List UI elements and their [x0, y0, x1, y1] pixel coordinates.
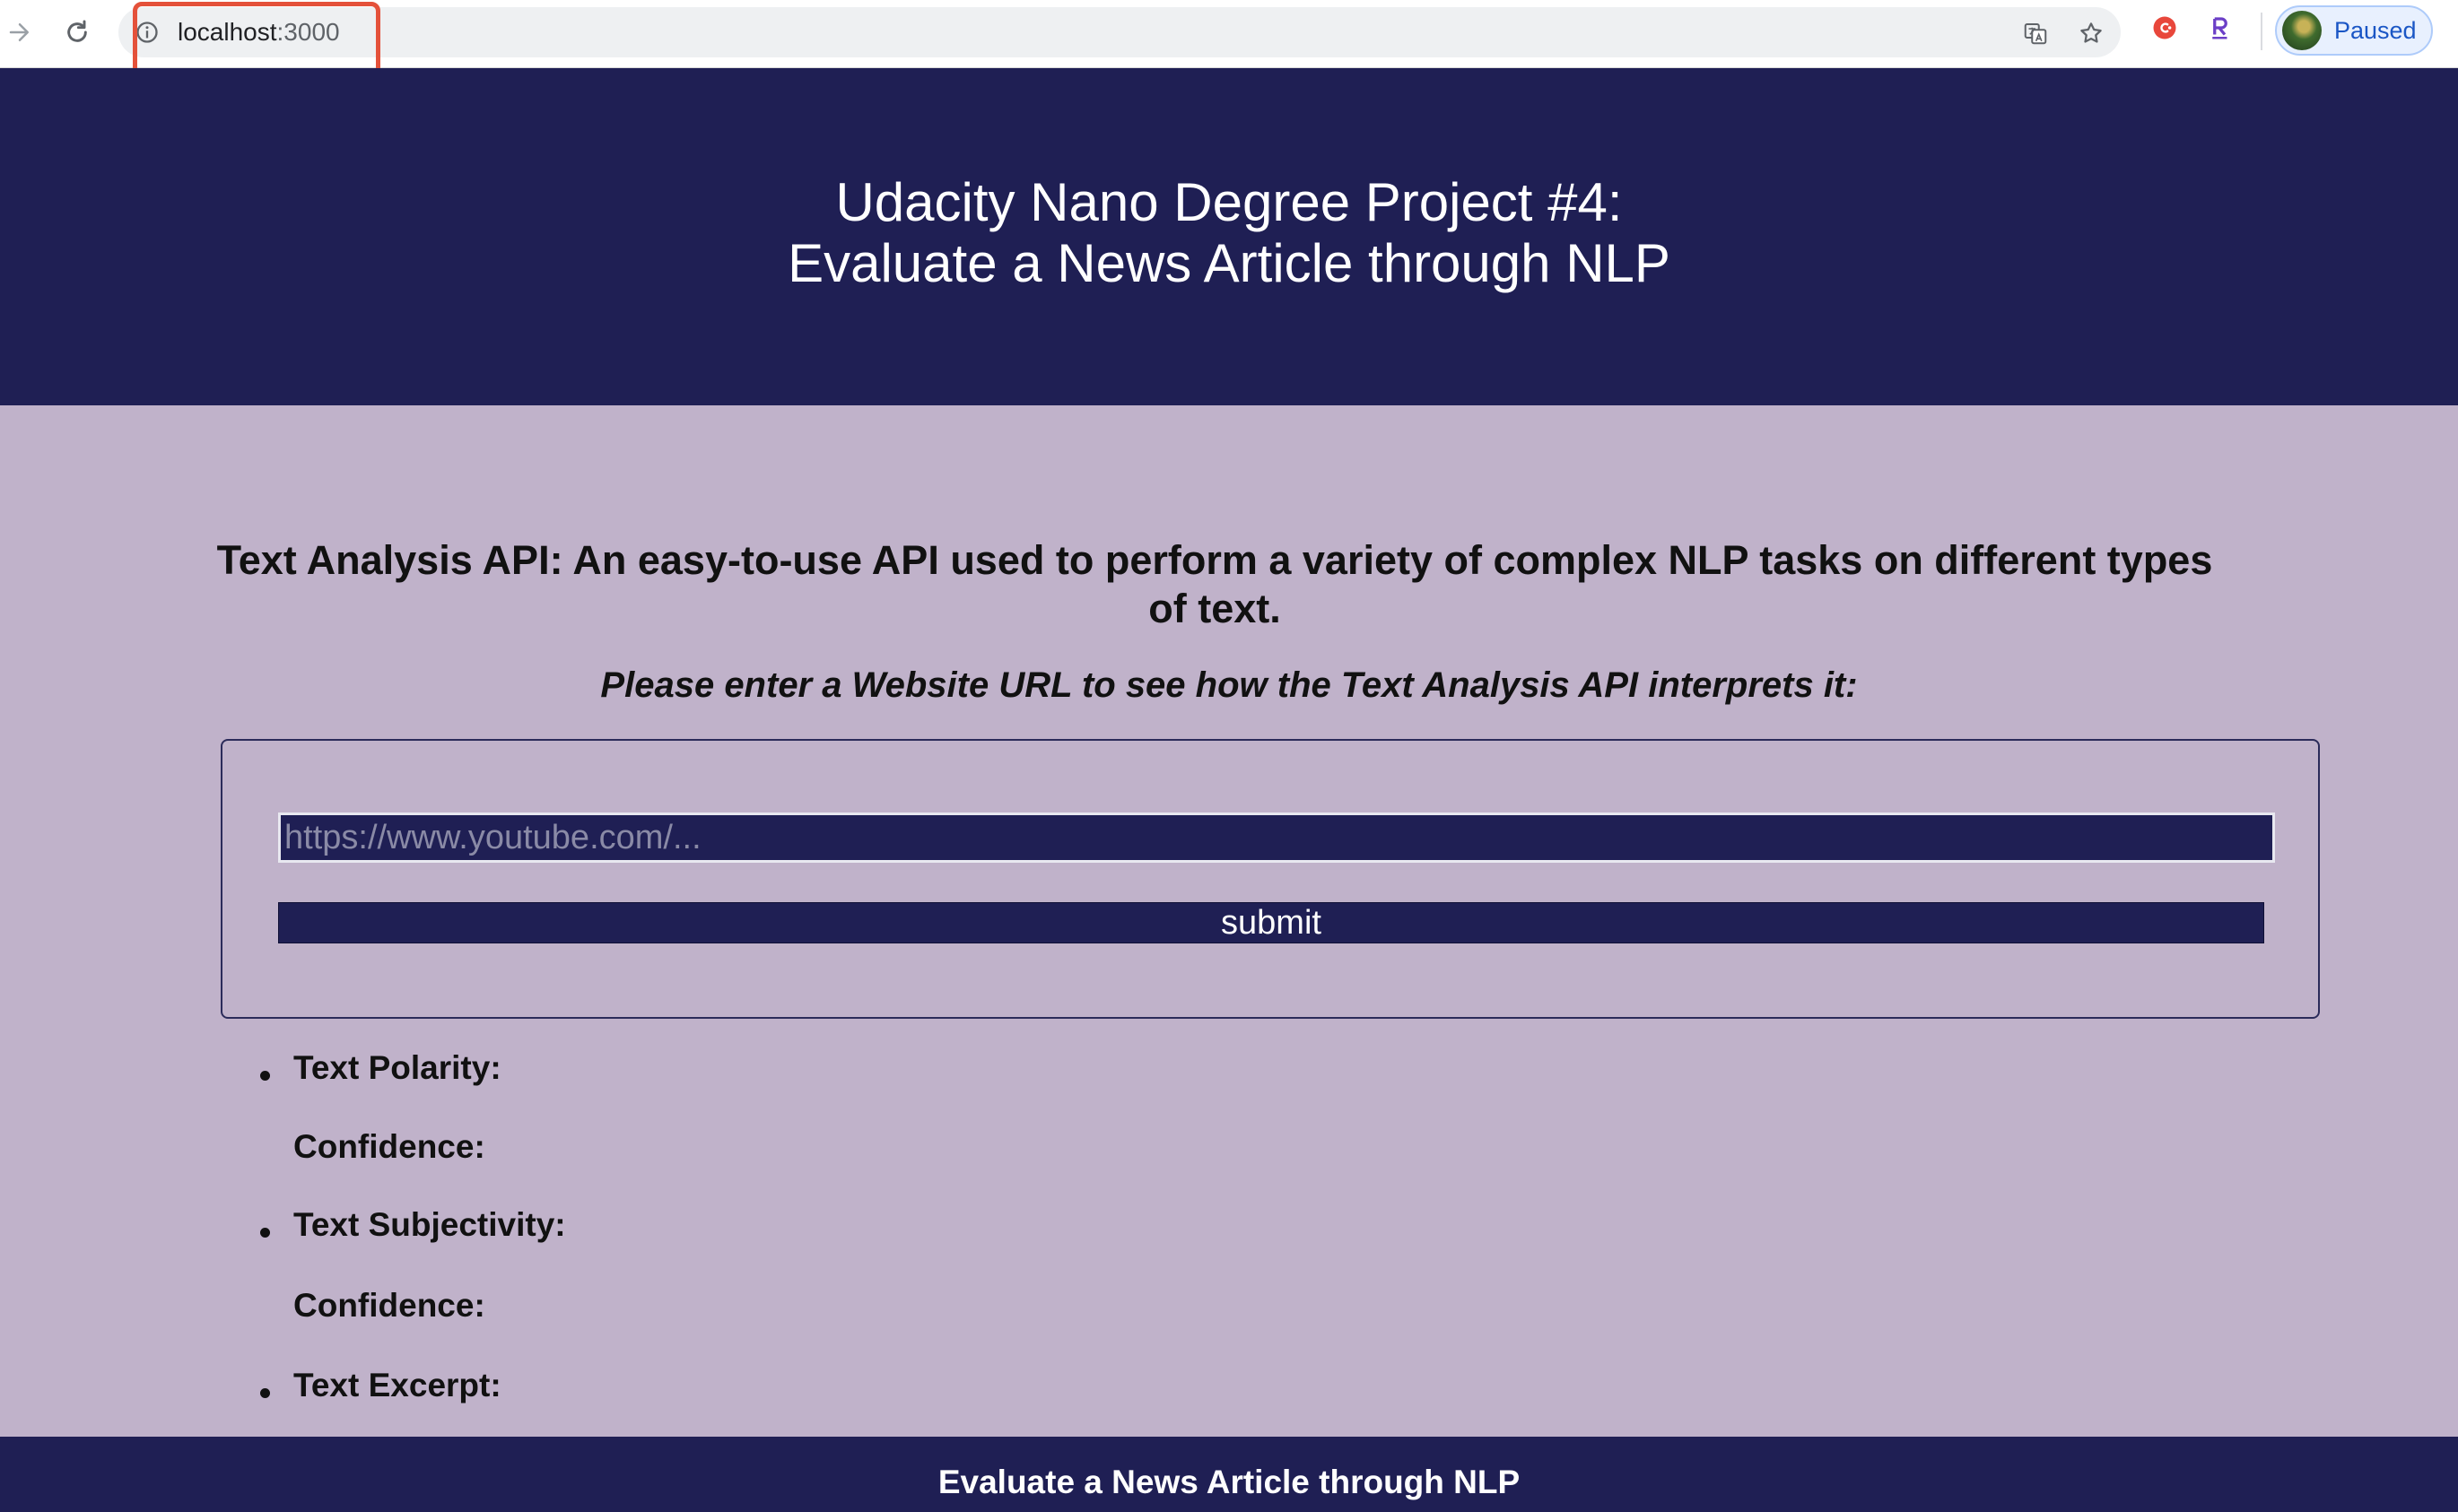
text-subjectivity-label: Text Subjectivity:: [293, 1206, 566, 1243]
page-title: Udacity Nano Degree Project #4: Evaluate…: [0, 172, 2458, 294]
list-bullet: [260, 1228, 270, 1238]
r-extension-icon: [2212, 17, 2227, 39]
forward-arrow-icon: [9, 23, 29, 41]
page-header: Udacity Nano Degree Project #4: Evaluate…: [0, 68, 2458, 405]
submit-button[interactable]: submit: [278, 902, 2264, 943]
footer-text: Evaluate a News Article through NLP: [937, 1464, 1521, 1500]
toolbar-divider: [2261, 13, 2262, 50]
address-bar[interactable]: localhost:3000: [118, 7, 2121, 57]
page-title-line-2: Evaluate a News Article through NLP: [788, 233, 1670, 293]
forward-button[interactable]: [0, 13, 39, 52]
profile-status-label: Paused: [2334, 17, 2417, 44]
url-input[interactable]: [278, 812, 2275, 863]
page-title-line-1: Udacity Nano Degree Project #4:: [835, 172, 1623, 232]
bookmark-star-icon[interactable]: [2078, 20, 2105, 47]
list-bullet: [260, 1071, 270, 1081]
text-excerpt-label: Text Excerpt:: [293, 1367, 501, 1403]
avatar: [2282, 11, 2322, 50]
translate-icon[interactable]: [2022, 20, 2049, 47]
page-footer: Evaluate a News Article through NLP: [0, 1437, 2458, 1512]
list-bullet: [260, 1388, 270, 1398]
subjectivity-confidence-label: Confidence:: [293, 1287, 485, 1324]
polarity-confidence-label: Confidence:: [293, 1128, 485, 1165]
url-prompt: Please enter a Website URL to see how th…: [600, 665, 1858, 705]
extension-icon-r[interactable]: [2205, 13, 2236, 43]
profile-button[interactable]: Paused: [2275, 5, 2433, 56]
api-description-heading: Text Analysis API: An easy-to-use API us…: [216, 537, 2213, 631]
browser-toolbar: localhost:3000 Paused: [0, 0, 2458, 79]
reload-icon: [67, 20, 87, 42]
red-extension-icon: [2153, 16, 2176, 39]
extension-icon-red[interactable]: [2149, 13, 2180, 43]
url-form: submit: [221, 739, 2320, 1019]
main-section: Text Analysis API: An easy-to-use API us…: [0, 405, 2458, 1437]
reload-button[interactable]: [57, 13, 97, 52]
text-polarity-label: Text Polarity:: [293, 1049, 501, 1086]
